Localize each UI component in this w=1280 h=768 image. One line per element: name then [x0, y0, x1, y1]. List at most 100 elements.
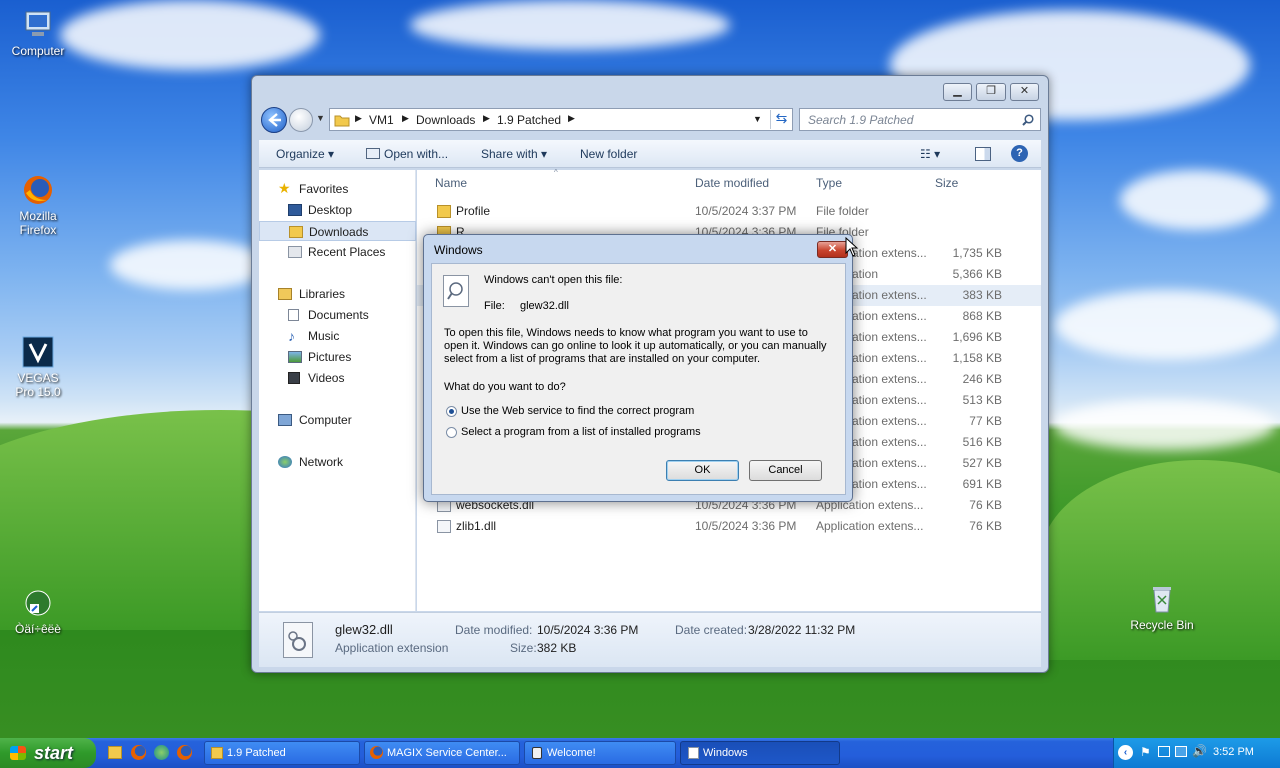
nav-recent-places[interactable]: Recent Places: [259, 242, 416, 262]
breadcrumb-1-9-patched[interactable]: 1.9 Patched: [497, 113, 561, 127]
column-header-size[interactable]: Size: [935, 176, 958, 190]
column-header-name[interactable]: Name: [435, 176, 467, 190]
clock[interactable]: 3:52 PM: [1213, 746, 1254, 758]
new-folder-button[interactable]: New folder: [580, 147, 637, 161]
file-type: ation extens...: [852, 435, 927, 449]
desktop-icon-recycle-bin[interactable]: Recycle Bin: [1124, 582, 1200, 632]
file-type: ation extens...: [852, 288, 927, 302]
action-center-flag-icon[interactable]: ⚑: [1140, 745, 1151, 759]
refresh-icon[interactable]: ⇆: [770, 110, 792, 129]
open-with-dialog: Windows ✕ Windows can't open this file: …: [423, 234, 853, 502]
folder-icon: [211, 747, 223, 759]
breadcrumb-downloads[interactable]: Downloads: [416, 113, 475, 127]
file-size: 527 KB: [962, 456, 1002, 470]
desktop-icon-label: Recycle Bin: [1130, 618, 1194, 632]
nav-downloads[interactable]: Downloads: [259, 221, 416, 241]
dll-file-icon: [437, 520, 451, 533]
command-bar: Organize ▾ Open with... Share with ▾ New…: [259, 140, 1041, 168]
nav-computer[interactable]: Computer: [259, 410, 416, 430]
dialog-body-line-1: To open this file, Windows needs to know…: [444, 327, 808, 339]
ok-button[interactable]: OK: [666, 460, 739, 481]
start-label: start: [34, 743, 74, 763]
nav-documents[interactable]: Documents: [259, 305, 416, 325]
preview-pane-icon[interactable]: [975, 147, 991, 161]
desktop-icon-label: Mozilla Firefox: [19, 209, 57, 237]
nav-libraries[interactable]: Libraries: [259, 284, 416, 304]
file-name: Profile: [456, 204, 491, 218]
desktop-icon-shortcut[interactable]: Òäí÷êëè: [0, 586, 76, 636]
open-with-label: Open with...: [384, 147, 449, 161]
network-tray-icon[interactable]: [1158, 746, 1170, 757]
view-options-icon[interactable]: ☷ ▾: [920, 147, 940, 161]
dialog-close-button[interactable]: ✕: [817, 241, 848, 258]
folder-icon: [334, 115, 350, 127]
quicklaunch-explorer-icon[interactable]: [108, 746, 122, 759]
music-icon: ♪: [288, 328, 295, 344]
libraries-icon: [278, 288, 292, 300]
search-input[interactable]: Search 1.9 Patched: [799, 108, 1041, 131]
share-with-button[interactable]: Share with ▾: [481, 147, 547, 161]
details-pane: glew32.dll Application extension Date mo…: [259, 612, 1041, 667]
nav-label: Recent Places: [308, 245, 386, 259]
start-button[interactable]: start: [0, 738, 96, 768]
quicklaunch-network-icon[interactable]: [154, 745, 169, 760]
dialog-title: Windows: [434, 243, 483, 257]
organize-button[interactable]: Organize ▾: [276, 147, 334, 161]
file-size: 868 KB: [962, 309, 1002, 323]
desktop-icon-vegas[interactable]: VEGAS Pro 15.0: [0, 335, 76, 399]
file-size: 1,158 KB: [952, 351, 1002, 365]
radio-web-service[interactable]: [446, 406, 457, 417]
volume-icon[interactable]: 🔊: [1192, 744, 1207, 758]
file-size: 513 KB: [962, 393, 1002, 407]
taskbar-button-magix[interactable]: MAGIX Service Center...: [364, 741, 520, 765]
nav-network[interactable]: Network: [259, 452, 416, 472]
recent-pages-dropdown[interactable]: ▼: [316, 113, 325, 123]
table-row[interactable]: Profile 10/5/2024 3:37 PM File folder: [417, 201, 1041, 222]
details-size-label: Size:: [510, 641, 537, 655]
file-type: ation extens...: [852, 330, 927, 344]
file-size: 516 KB: [962, 435, 1002, 449]
desktop-icon: [288, 204, 302, 216]
maximize-button[interactable]: ❐: [976, 83, 1006, 101]
back-button[interactable]: [261, 107, 287, 133]
cancel-button[interactable]: Cancel: [749, 460, 822, 481]
quicklaunch-firefox-icon[interactable]: [131, 745, 146, 760]
taskbar-button-welcome[interactable]: Welcome!: [524, 741, 676, 765]
display-tray-icon[interactable]: [1175, 746, 1187, 757]
recent-places-icon: [288, 246, 302, 258]
nav-favorites[interactable]: ★ Favorites: [259, 179, 416, 199]
network-icon: [278, 456, 292, 468]
nav-videos[interactable]: Videos: [259, 368, 416, 388]
column-header-date[interactable]: Date modified: [695, 176, 769, 190]
address-bar[interactable]: ▶ VM1 ▶ Downloads ▶ 1.9 Patched ▶ ▼ ⇆: [329, 108, 793, 131]
close-window-button[interactable]: ✕: [1010, 83, 1039, 101]
help-icon[interactable]: ?: [1011, 145, 1028, 162]
table-row[interactable]: zlib1.dll 10/5/2024 3:36 PM Application …: [417, 516, 1041, 537]
desktop-icon-computer[interactable]: Computer: [0, 8, 76, 58]
option-web-service[interactable]: Use the Web service to find the correct …: [446, 405, 736, 419]
sort-arrow-icon: ^: [554, 168, 558, 177]
breadcrumb-vm1[interactable]: VM1: [369, 113, 394, 127]
column-header-type[interactable]: Type: [816, 176, 842, 190]
open-with-button[interactable]: Open with...: [366, 147, 448, 161]
radio-program-list[interactable]: [446, 427, 457, 438]
share-with-label: Share with: [481, 147, 538, 161]
address-dropdown-icon[interactable]: ▼: [753, 114, 762, 124]
nav-pictures[interactable]: Pictures: [259, 347, 416, 367]
nav-music[interactable]: ♪ Music: [259, 326, 416, 346]
quicklaunch-firefox-2-icon[interactable]: [177, 745, 192, 760]
minimize-button[interactable]: ▁: [943, 83, 972, 101]
taskbar-button-windows-dialog[interactable]: Windows: [680, 741, 840, 765]
option-program-list[interactable]: Select a program from a list of installe…: [446, 426, 736, 440]
tray-expand-icon[interactable]: ‹: [1118, 745, 1133, 760]
file-type: ation extens...: [852, 246, 927, 260]
nav-desktop[interactable]: Desktop: [259, 200, 416, 220]
taskbar-button-label: 1.9 Patched: [227, 747, 286, 759]
details-filename: glew32.dll: [335, 622, 393, 637]
file-size: 691 KB: [962, 477, 1002, 491]
file-type: ation extens...: [852, 477, 927, 491]
nav-label: Pictures: [308, 350, 352, 364]
forward-button[interactable]: [289, 108, 313, 132]
desktop-icon-firefox[interactable]: Mozilla Firefox: [0, 173, 76, 237]
taskbar-button-explorer[interactable]: 1.9 Patched: [204, 741, 360, 765]
